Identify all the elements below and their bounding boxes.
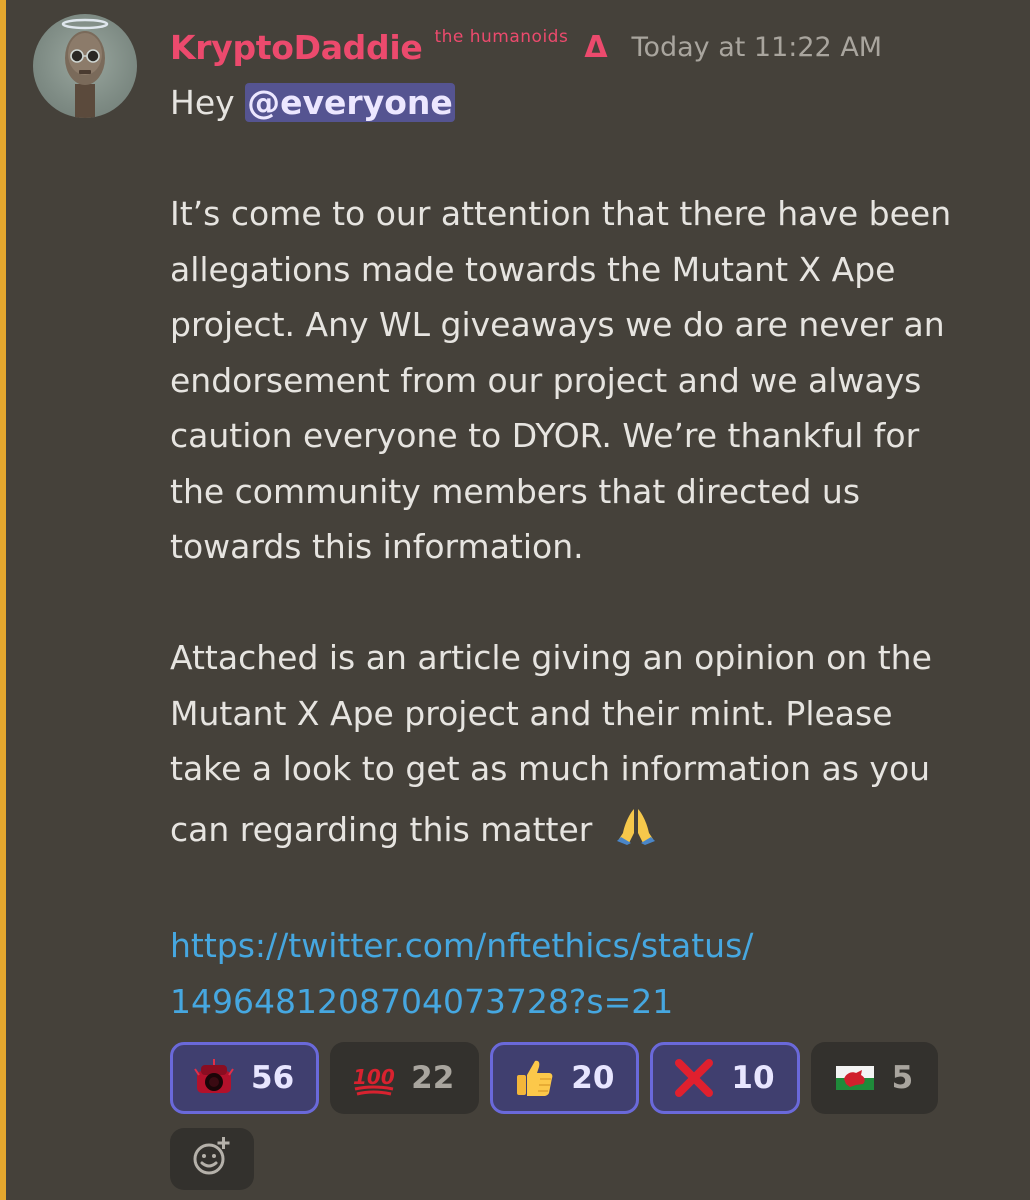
text-line: allegations made towards the Mutant X Ap… [170,249,896,289]
text-line: It’s come to our attention that there ha… [170,194,952,233]
greeting-text: Hey [170,83,235,122]
red-orb-emoji-icon [193,1057,235,1099]
reaction-count: 56 [251,1060,295,1096]
role-icon: Δ [584,29,608,65]
reaction-cross-mark[interactable]: 10 [650,1042,800,1114]
greeting-line: Hey @everyone [170,75,1020,131]
text-line: take a look to get as much information a… [170,749,931,788]
text-line: can regarding this matter [170,809,593,849]
tweet-link[interactable]: https://twitter.com/nftethics/status/ [170,918,1020,974]
text-line: the community members that directed us [170,471,861,511]
reaction-wales-flag[interactable]: 5 [810,1042,939,1114]
paragraph-1: It’s come to our attention that there ha… [170,186,1020,575]
author-username[interactable]: KryptoDaddie [170,28,423,67]
tweet-link[interactable]: 1496481208704073728?s=21 [170,974,1020,1030]
text-line: endorsement from our project and we alwa… [170,360,922,400]
text-line: Mutant X Ape project and their mint. Ple… [170,693,893,733]
link-block: https://twitter.com/nftethics/status/ 14… [170,918,1020,1029]
wales-flag-emoji-icon [834,1057,876,1099]
reaction-thumbs-up[interactable]: 20 [490,1042,640,1114]
text-line: caution everyone to DYOR. We’re thankful… [170,416,920,455]
text-line: project. Any WL giveaways we do are neve… [170,305,945,344]
folded-hands-icon [613,801,659,845]
cross-mark-emoji-icon [673,1057,715,1099]
svg-text:100: 100 [353,1065,395,1089]
reaction-count: 20 [571,1060,615,1096]
chat-message: KryptoDaddie the humanoids Δ Today at 11… [0,0,1030,1200]
reaction-count: 22 [411,1060,455,1096]
reaction-count: 5 [891,1060,914,1096]
reaction-red-orb[interactable]: 56 [170,1042,320,1114]
reaction-count: 10 [731,1060,775,1096]
add-reaction-button[interactable] [170,1128,254,1190]
text-line: towards this information. [170,527,584,566]
reaction-bar: 56 100 22 20 10 5 [170,1042,939,1114]
reaction-hundred[interactable]: 100 22 [330,1042,480,1114]
add-reaction-icon [190,1135,234,1183]
message-content: Hey @everyone It’s come to our attention… [170,75,1020,1029]
message-timestamp: Today at 11:22 AM [631,31,883,63]
user-avatar[interactable] [33,14,137,118]
hundred-points-emoji-icon: 100 [353,1057,395,1099]
mention-highlight-bar [0,0,6,1200]
role-tag: the humanoids [434,27,569,47]
everyone-mention[interactable]: @everyone [245,83,455,122]
paragraph-2: Attached is an article giving an opinion… [170,630,1020,863]
thumbs-up-emoji-icon [513,1057,555,1099]
text-line-with-emoji: can regarding this matter [170,797,1020,863]
message-header: KryptoDaddie the humanoids Δ Today at 11… [170,22,882,72]
text-line: Attached is an article giving an opinion… [170,638,932,677]
